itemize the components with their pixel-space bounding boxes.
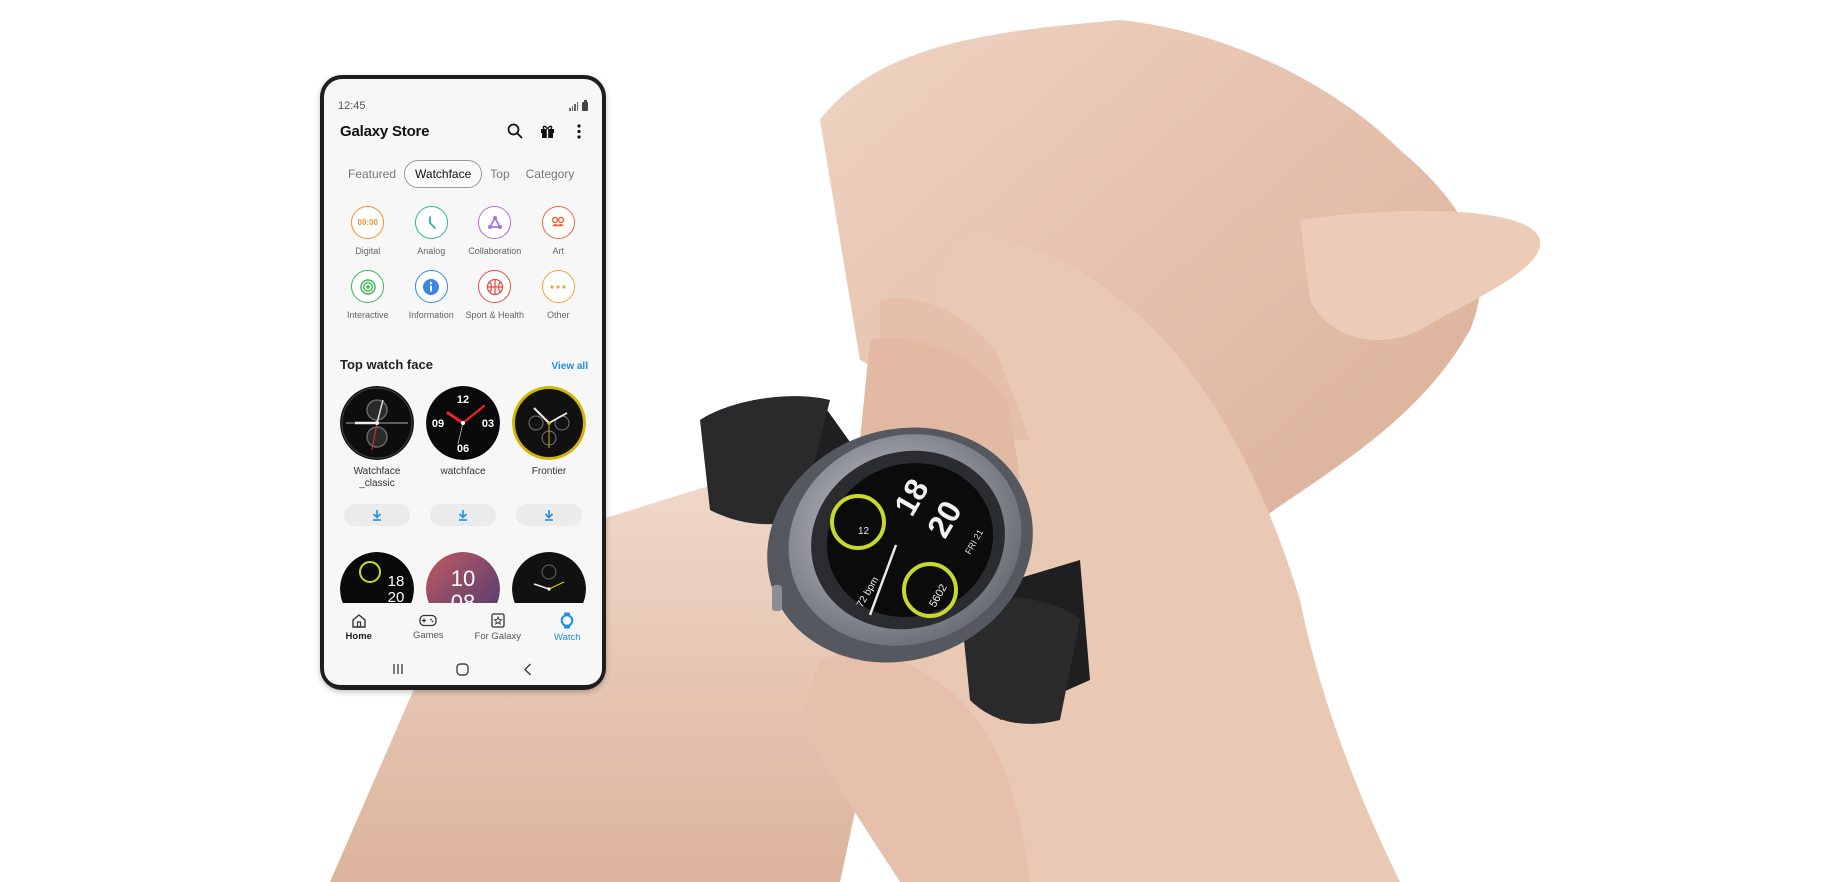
top-watchface-row: Watchface _classic 12 09 03 06 watchface… <box>334 386 592 526</box>
gift-button[interactable] <box>538 122 556 140</box>
gamepad-icon <box>419 614 437 626</box>
nav-home[interactable]: Home <box>324 603 394 651</box>
download-icon <box>544 510 554 521</box>
download-button[interactable] <box>516 504 582 526</box>
section-title: Top watch face <box>340 357 433 372</box>
watchface-classic-thumbnail[interactable] <box>340 386 414 460</box>
category-interactive[interactable]: Interactive <box>336 270 400 320</box>
hands-illustration: 18 20 FRI 21 72 bpm 5602 12 <box>330 20 1541 882</box>
nav-games[interactable]: Games <box>394 603 464 651</box>
category-label: Collaboration <box>468 246 522 256</box>
preview-hour: 10 <box>451 566 475 591</box>
system-navigation-bar <box>324 655 602 683</box>
bottom-navigation: Home Games For Galaxy Watch <box>324 603 602 651</box>
category-digital[interactable]: 00:00 Digital <box>336 206 400 256</box>
category-label: Art <box>552 246 564 256</box>
digital-clock-icon: 00:00 <box>357 218 378 227</box>
category-label: Other <box>546 310 570 320</box>
nav-for-galaxy[interactable]: For Galaxy <box>463 603 533 651</box>
signal-icon <box>569 101 578 111</box>
phone-device: 12:45 Galaxy Store Featured Watchface To… <box>320 75 606 690</box>
gift-icon <box>540 125 554 138</box>
download-button[interactable] <box>344 504 410 526</box>
search-icon <box>507 123 523 139</box>
nav-label: For Galaxy <box>474 630 521 642</box>
dial-number-09: 09 <box>432 418 444 430</box>
phone-screen: 12:45 Galaxy Store Featured Watchface To… <box>324 79 602 685</box>
nav-watch[interactable]: Watch <box>533 603 603 651</box>
collaboration-icon <box>487 215 502 229</box>
nav-label: Home <box>345 630 372 642</box>
status-time: 12:45 <box>338 100 366 112</box>
category-analog[interactable]: Analog <box>400 206 464 256</box>
top-watchface-header: Top watch face View all <box>340 357 588 372</box>
category-art[interactable]: Art <box>527 206 591 256</box>
status-bar: 12:45 <box>338 99 588 113</box>
battery-icon <box>582 100 588 111</box>
category-label: Interactive <box>346 310 389 320</box>
view-all-link[interactable]: View all <box>551 361 588 372</box>
watchface-name: Watchface _classic <box>353 466 401 489</box>
app-bar: Galaxy Store <box>340 119 588 143</box>
category-other[interactable]: Other <box>527 270 591 320</box>
tab-bar: Featured Watchface Top Category <box>340 160 582 188</box>
category-grid: 00:00 Digital Analog Collaboration Art I… <box>336 206 590 320</box>
art-mustache-icon <box>552 216 565 226</box>
watchface-item: 12 09 03 06 watchface <box>420 386 506 526</box>
watchface-item: Watchface _classic <box>334 386 420 526</box>
watch-complication-text: 12 <box>858 526 870 537</box>
dial-number-03: 03 <box>482 418 494 430</box>
watchface-item: Frontier <box>506 386 592 526</box>
tab-watchface[interactable]: Watchface <box>404 160 483 188</box>
search-button[interactable] <box>506 122 524 140</box>
analog-clock-icon <box>429 215 437 229</box>
more-options-button[interactable] <box>570 122 588 140</box>
category-sport-health[interactable]: Sport & Health <box>463 270 527 320</box>
category-label: Information <box>408 310 454 320</box>
information-icon <box>423 278 440 295</box>
product-photo-background: 18 20 FRI 21 72 bpm 5602 12 <box>0 0 1833 882</box>
interactive-target-icon <box>360 278 376 295</box>
category-collaboration[interactable]: Collaboration <box>463 206 527 256</box>
recent-apps-button[interactable] <box>388 659 408 679</box>
dial-number-06: 06 <box>457 443 469 455</box>
download-button[interactable] <box>430 504 496 526</box>
nav-label: Games <box>412 629 444 641</box>
watchface-name: Frontier <box>531 466 567 477</box>
back-chevron-icon <box>524 662 532 676</box>
more-vertical-icon <box>577 123 581 139</box>
home-icon <box>352 613 366 628</box>
frontier-thumbnail[interactable] <box>512 386 586 460</box>
category-label: Sport & Health <box>465 310 525 320</box>
watchface-thumbnail[interactable]: 12 09 03 06 <box>426 386 500 460</box>
tab-category[interactable]: Category <box>518 161 583 187</box>
sport-ball-icon <box>486 278 503 295</box>
download-icon <box>372 510 382 521</box>
nav-label: Watch <box>553 631 581 643</box>
tab-featured[interactable]: Featured <box>340 161 404 187</box>
dial-number-12: 12 <box>457 394 469 406</box>
back-button[interactable] <box>518 659 538 679</box>
watch-icon <box>560 612 574 628</box>
download-icon <box>458 510 468 521</box>
tab-top[interactable]: Top <box>482 161 517 187</box>
app-title: Galaxy Store <box>340 122 430 140</box>
preview-hour: 18 <box>388 573 405 590</box>
category-information[interactable]: Information <box>400 270 464 320</box>
star-box-icon <box>491 612 505 628</box>
more-horizontal-icon <box>550 284 566 289</box>
category-label: Analog <box>417 246 446 256</box>
recent-apps-icon <box>393 664 404 674</box>
home-square-icon <box>456 662 470 676</box>
watchface-name: watchface <box>440 466 486 477</box>
category-label: Digital <box>355 246 381 256</box>
home-system-button[interactable] <box>453 659 473 679</box>
